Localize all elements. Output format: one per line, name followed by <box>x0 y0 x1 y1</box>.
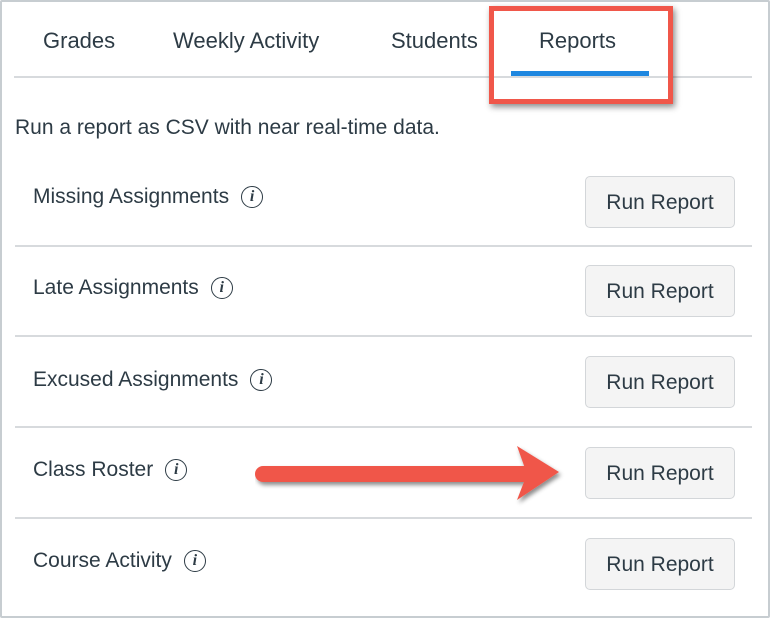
info-icon[interactable]: i <box>165 459 188 482</box>
run-report-button[interactable]: Run Report <box>585 356 735 408</box>
row-divider <box>15 517 752 519</box>
row-divider <box>15 335 752 337</box>
report-row-excused-assignments: Excused Assignments i Run Report <box>15 338 752 428</box>
report-label: Missing Assignments <box>33 185 230 208</box>
run-report-button[interactable]: Run Report <box>585 538 735 590</box>
annotation-highlight-box <box>489 6 673 104</box>
info-icon[interactable]: i <box>250 369 273 392</box>
run-report-button[interactable]: Run Report <box>585 265 735 317</box>
row-divider <box>15 426 752 428</box>
report-row-late-assignments: Late Assignments i Run Report <box>15 247 752 337</box>
info-icon[interactable]: i <box>241 186 264 209</box>
report-label: Excused Assignments <box>33 368 239 391</box>
annotation-arrow-icon <box>255 446 559 500</box>
report-label: Course Activity <box>33 549 172 572</box>
tab-grades[interactable]: Grades <box>43 28 115 54</box>
report-label: Late Assignments <box>33 276 199 299</box>
report-label: Class Roster <box>33 458 154 481</box>
reports-description: Run a report as CSV with near real-time … <box>15 116 440 139</box>
run-report-button[interactable]: Run Report <box>585 447 735 499</box>
tab-weekly-activity[interactable]: Weekly Activity <box>173 28 319 54</box>
report-row-missing-assignments: Missing Assignments i Run Report <box>15 157 752 247</box>
tab-students[interactable]: Students <box>391 28 478 54</box>
info-icon[interactable]: i <box>210 277 233 300</box>
report-row-course-activity: Course Activity i Run Report <box>15 520 752 610</box>
info-icon[interactable]: i <box>183 550 206 573</box>
run-report-button[interactable]: Run Report <box>585 176 735 228</box>
